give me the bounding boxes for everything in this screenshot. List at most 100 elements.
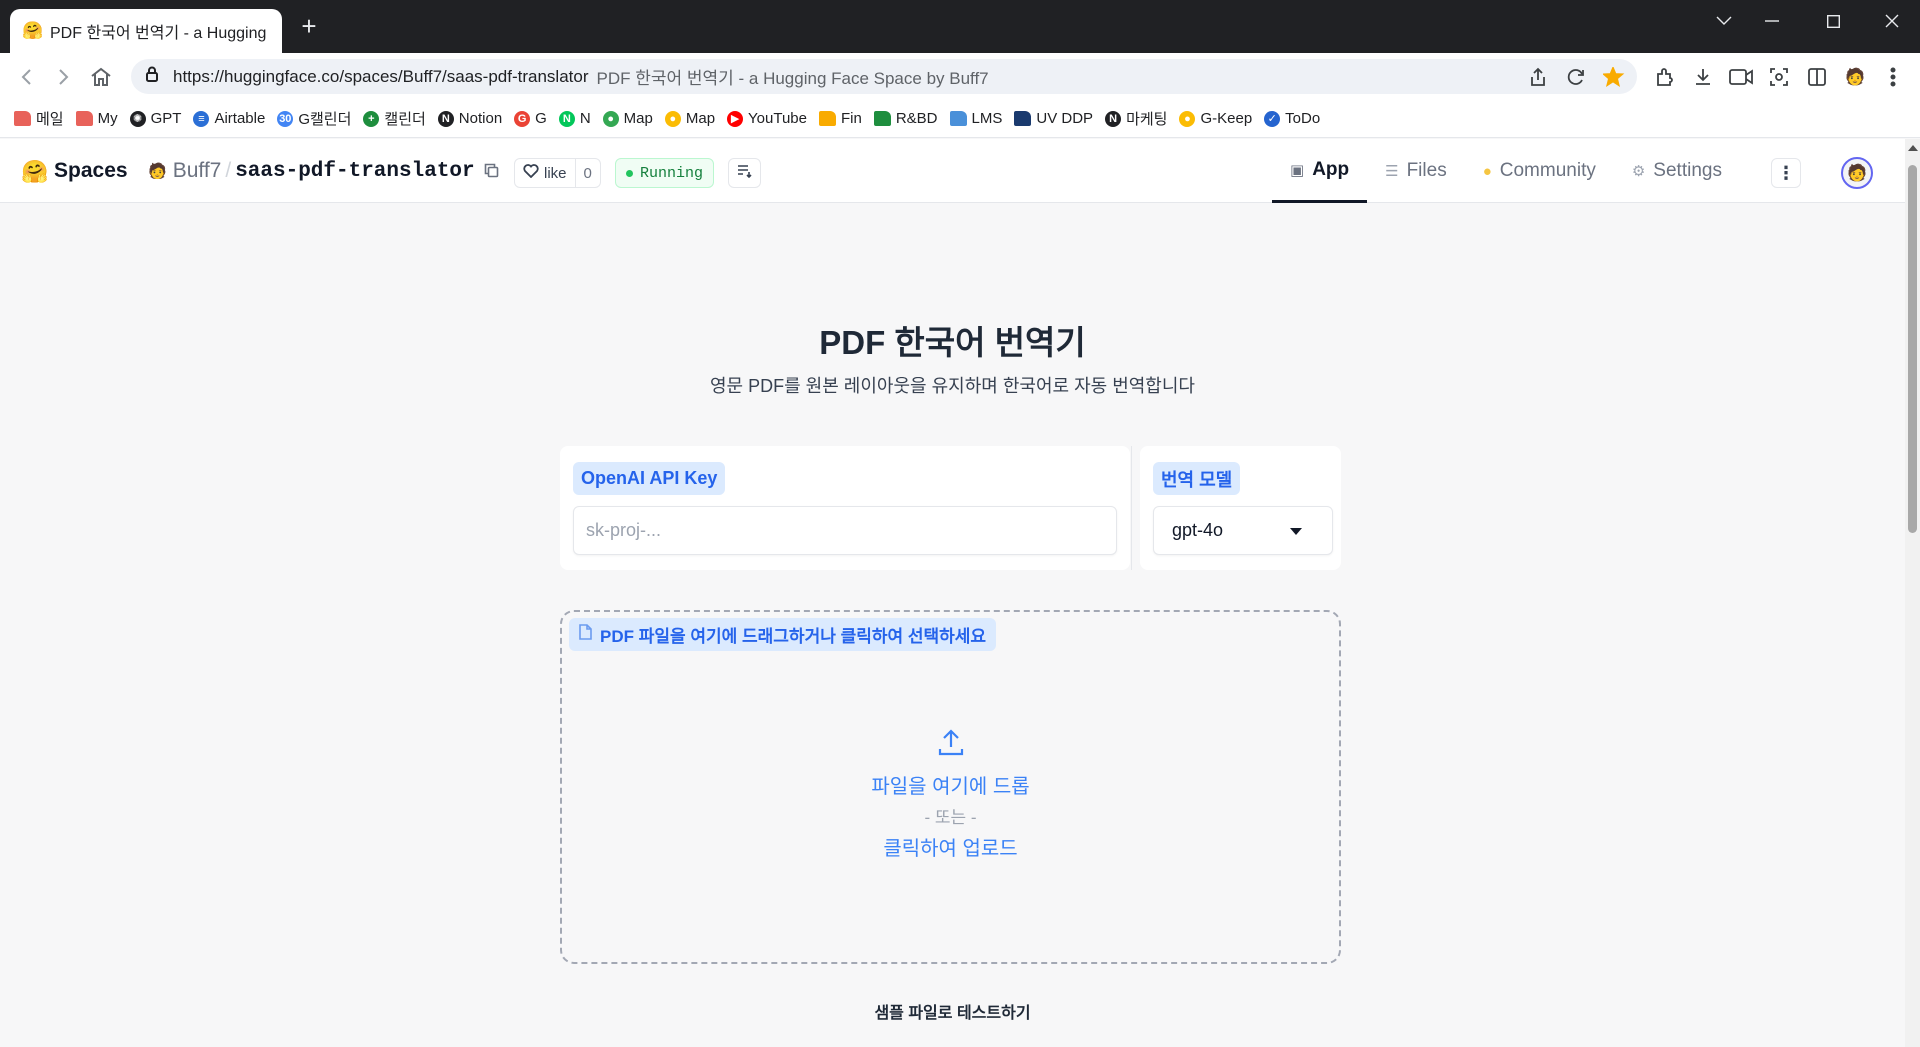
bookmark-label: Map (623, 110, 653, 127)
translate-icon[interactable] (1563, 64, 1589, 90)
bookmark-item[interactable]: N 마케팅 (1105, 108, 1167, 129)
status-text: Running (640, 164, 704, 182)
browser-toolbar: https://huggingface.co/spaces/Buff7/saas… (0, 53, 1920, 100)
bookmark-item[interactable]: ● G-Keep (1179, 110, 1252, 127)
upload-label-text: PDF 파일을 여기에 드래그하거나 클릭하여 선택하세요 (600, 627, 987, 646)
bookmark-item[interactable]: GG (514, 110, 547, 127)
pdf-dropzone[interactable]: PDF 파일을 여기에 드래그하거나 클릭하여 선택하세요 파일을 여기에 드롭… (560, 610, 1341, 964)
bookmark-item[interactable]: N Notion (437, 110, 502, 127)
page-scrollbar[interactable] (1905, 139, 1920, 1047)
sample-files-heading: 샘플 파일로 테스트하기 (874, 1005, 1031, 1022)
bookmark-star-icon[interactable] (1601, 64, 1627, 90)
model-select[interactable]: gpt-4o (1153, 506, 1333, 555)
status-dot-icon (626, 169, 633, 177)
forward-button[interactable] (50, 64, 76, 90)
tab-app[interactable]: ▣ App (1272, 139, 1368, 203)
profile-avatar[interactable]: 🧑 (1842, 64, 1868, 90)
bookmark-label: UV DDP (1036, 110, 1094, 127)
breadcrumb: 🧑 Buff7 / saas-pdf-translator (148, 159, 475, 183)
folder-icon (14, 111, 31, 126)
bookmark-item[interactable]: 30 G캘린더 (277, 108, 351, 129)
bookmark-item[interactable]: ▶ YouTube (727, 110, 807, 127)
download-icon[interactable] (1690, 64, 1716, 90)
bookmark-item[interactable]: ● Map (602, 110, 653, 127)
tab-settings[interactable]: ⚙ Settings (1614, 139, 1740, 203)
like-button[interactable]: like 0 (514, 158, 601, 188)
browser-menu-icon[interactable] (1880, 64, 1906, 90)
user-avatar[interactable]: 🧑 (1841, 157, 1873, 189)
scrollbar-thumb[interactable] (1908, 165, 1917, 533)
minimize-button[interactable] (1752, 8, 1792, 34)
screenshot-icon[interactable] (1766, 64, 1792, 90)
tab-label: Files (1406, 160, 1447, 181)
more-options-button[interactable]: ⋮ (1771, 158, 1801, 188)
lock-icon[interactable] (145, 66, 159, 87)
plus-icon: + (363, 110, 380, 127)
back-button[interactable] (14, 64, 40, 90)
browser-titlebar: 🤗 PDF 한국어 번역기 - a Hugging Face Space by … (0, 0, 1920, 53)
bookmark-label: 메일 (36, 111, 64, 128)
bookmark-item[interactable]: ● Map (664, 110, 715, 127)
bookmark-item[interactable]: 메일 (14, 108, 64, 129)
tab-files[interactable]: ☰ Files (1367, 139, 1465, 203)
keep-icon: ● (1179, 110, 1196, 127)
bookmark-item[interactable]: NN (558, 110, 591, 127)
bookmark-item[interactable]: ≡ Airtable (193, 110, 265, 127)
side-panel-icon[interactable] (1804, 64, 1830, 90)
maximize-button[interactable] (1813, 8, 1853, 34)
address-bar[interactable]: https://huggingface.co/spaces/Buff7/saas… (131, 59, 1637, 94)
api-key-input[interactable] (573, 506, 1117, 555)
bookmark-label: Fin (841, 110, 862, 127)
home-button[interactable] (88, 64, 114, 90)
bookmark-item[interactable]: ✺ GPT (129, 110, 182, 127)
google-icon: G (514, 110, 531, 127)
bookmarks-bar: 메일 My ✺ GPT ≡ Airtable 30 G캘린더 + 캘린더 N Notion G G N N ● M… (0, 100, 1920, 138)
bookmark-item[interactable]: R&BD (873, 110, 938, 127)
browser-tab[interactable]: 🤗 PDF 한국어 번역기 - a Hugging Face Space by … (10, 9, 282, 53)
bookmark-item[interactable]: UV DDP (1014, 110, 1093, 127)
panel-divider (1131, 446, 1132, 570)
hugging-face-logo-icon[interactable]: 🤗 (21, 159, 48, 185)
tab-community[interactable]: ● Community (1465, 139, 1614, 203)
bookmark-label: GPT (150, 110, 182, 127)
owner-link[interactable]: Buff7 (173, 159, 222, 183)
new-tab-button[interactable]: + (296, 13, 322, 40)
folder-icon (75, 111, 93, 126)
community-icon: ● (1482, 162, 1492, 180)
scroll-up-arrow-icon[interactable] (1908, 145, 1918, 151)
video-icon[interactable] (1728, 64, 1754, 90)
spaces-link[interactable]: Spaces (54, 159, 128, 183)
bookmark-item[interactable]: ✓ ToDo (1264, 110, 1320, 127)
bookmark-item[interactable]: LMS (949, 110, 1002, 127)
logs-button[interactable] (728, 158, 761, 188)
copy-icon[interactable] (484, 163, 499, 183)
extensions-icon[interactable] (1652, 64, 1678, 90)
naver-icon: N (558, 110, 575, 127)
url-page-title: PDF 한국어 번역기 - a Hugging Face Space by Bu… (596, 69, 989, 88)
space-tabs: ▣ App ☰ Files ● Community ⚙ Settings (1272, 139, 1740, 203)
settings-row: OpenAI API Key 번역 모델 gpt-4o (560, 446, 1341, 570)
like-label: like (544, 164, 567, 182)
bookmark-item[interactable]: My (75, 110, 118, 127)
share-icon[interactable] (1525, 64, 1551, 90)
or-text: - 또는 - (924, 808, 977, 827)
api-key-panel: OpenAI API Key (560, 446, 1130, 570)
map-pin-icon: ● (602, 110, 619, 127)
status-badge[interactable]: Running (615, 158, 715, 188)
cube-icon: ▣ (1290, 161, 1305, 179)
tab-search-icon[interactable] (1704, 8, 1744, 34)
files-icon: ☰ (1385, 163, 1399, 180)
bookmark-label: G-Keep (1200, 110, 1253, 127)
gradio-app: PDF 한국어 번역기 영문 PDF를 원본 레이아웃을 유지하며 한국어로 자… (0, 204, 1905, 1047)
bookmark-label: G캘린더 (298, 111, 352, 128)
tab-label: App (1312, 158, 1350, 180)
breadcrumb-separator: / (225, 159, 232, 182)
bookmark-item[interactable]: Fin (819, 110, 862, 127)
upload-prompt[interactable]: 파일을 여기에 드롭 - 또는 - 클릭하여 업로드 (562, 727, 1339, 861)
click-upload-text: 클릭하여 업로드 (883, 838, 1018, 860)
bookmark-label: YouTube (748, 110, 807, 127)
close-window-button[interactable] (1872, 8, 1912, 34)
bookmark-item[interactable]: + 캘린더 (363, 108, 426, 129)
owner-avatar-icon: 🧑 (148, 163, 167, 180)
repo-name-link[interactable]: saas-pdf-translator (235, 160, 474, 183)
